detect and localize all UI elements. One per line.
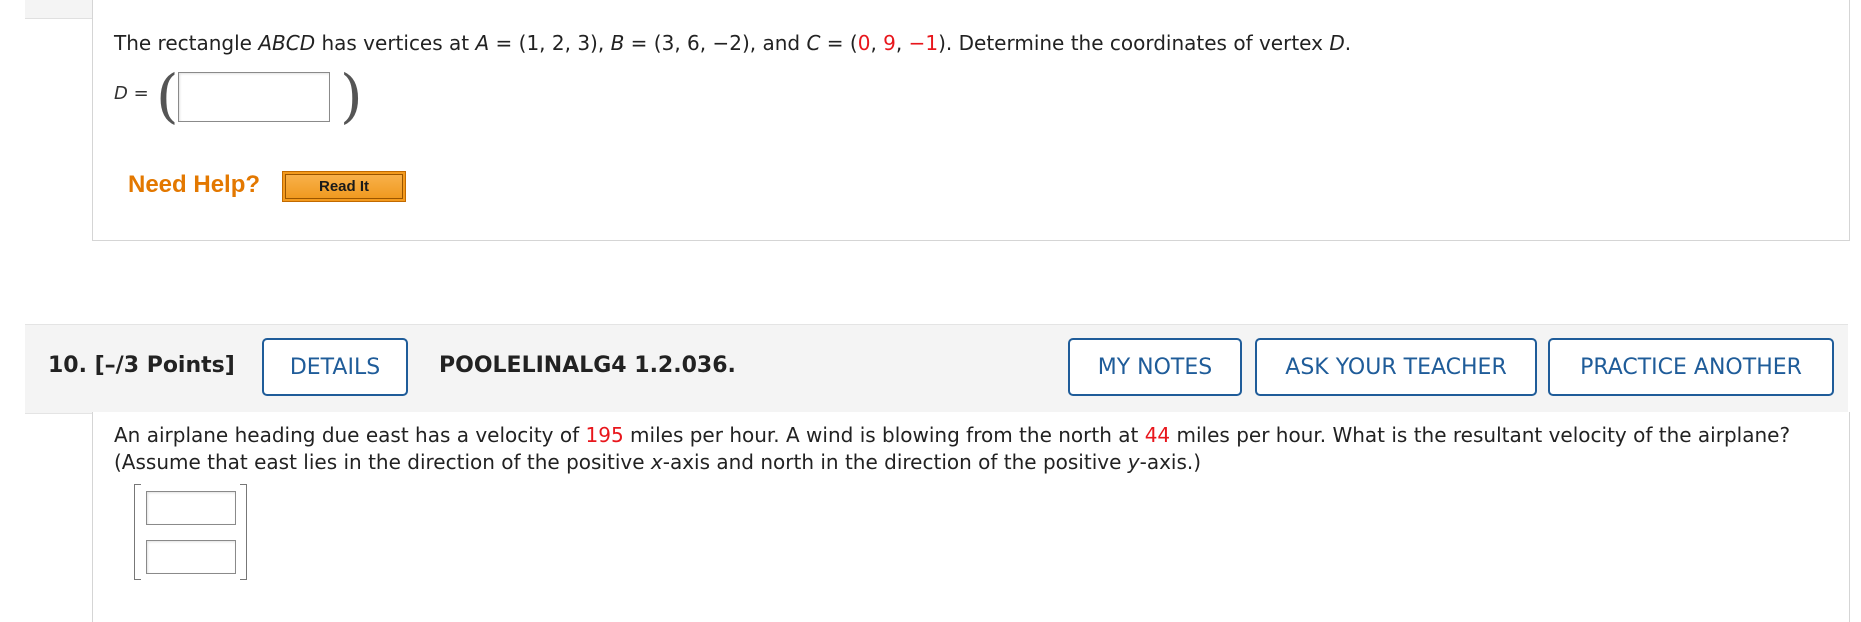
- read-it-button[interactable]: Read It: [282, 171, 406, 202]
- left-parenthesis: (: [156, 62, 179, 130]
- question-10-prompt-line-2: (Assume that east lies in the direction …: [114, 450, 1202, 474]
- right-parenthesis: ): [340, 62, 363, 130]
- my-notes-button[interactable]: MY NOTES: [1068, 338, 1242, 396]
- question-10-code: POOLELINALG4 1.2.036.: [439, 353, 736, 378]
- read-it-label: Read It: [285, 174, 403, 199]
- ask-your-teacher-button[interactable]: ASK YOUR TEACHER: [1255, 338, 1537, 396]
- details-button[interactable]: DETAILS: [262, 338, 408, 396]
- vertex-d-answer-input[interactable]: [178, 72, 330, 122]
- velocity-x-component-input[interactable]: [146, 491, 236, 525]
- answer-d-label: D =: [114, 83, 149, 104]
- question-9-prompt: The rectangle ABCD has vertices at A = (…: [114, 31, 1352, 55]
- question-10-prompt-line-1: An airplane heading due east has a veloc…: [114, 423, 1791, 447]
- question-10-number: 10. [–/3 Points]: [48, 353, 235, 378]
- need-help-label: Need Help?: [128, 171, 261, 198]
- practice-another-button[interactable]: PRACTICE ANOTHER: [1548, 338, 1834, 396]
- velocity-y-component-input[interactable]: [146, 540, 236, 574]
- vector-right-bracket: [240, 484, 247, 580]
- vector-left-bracket: [134, 484, 141, 580]
